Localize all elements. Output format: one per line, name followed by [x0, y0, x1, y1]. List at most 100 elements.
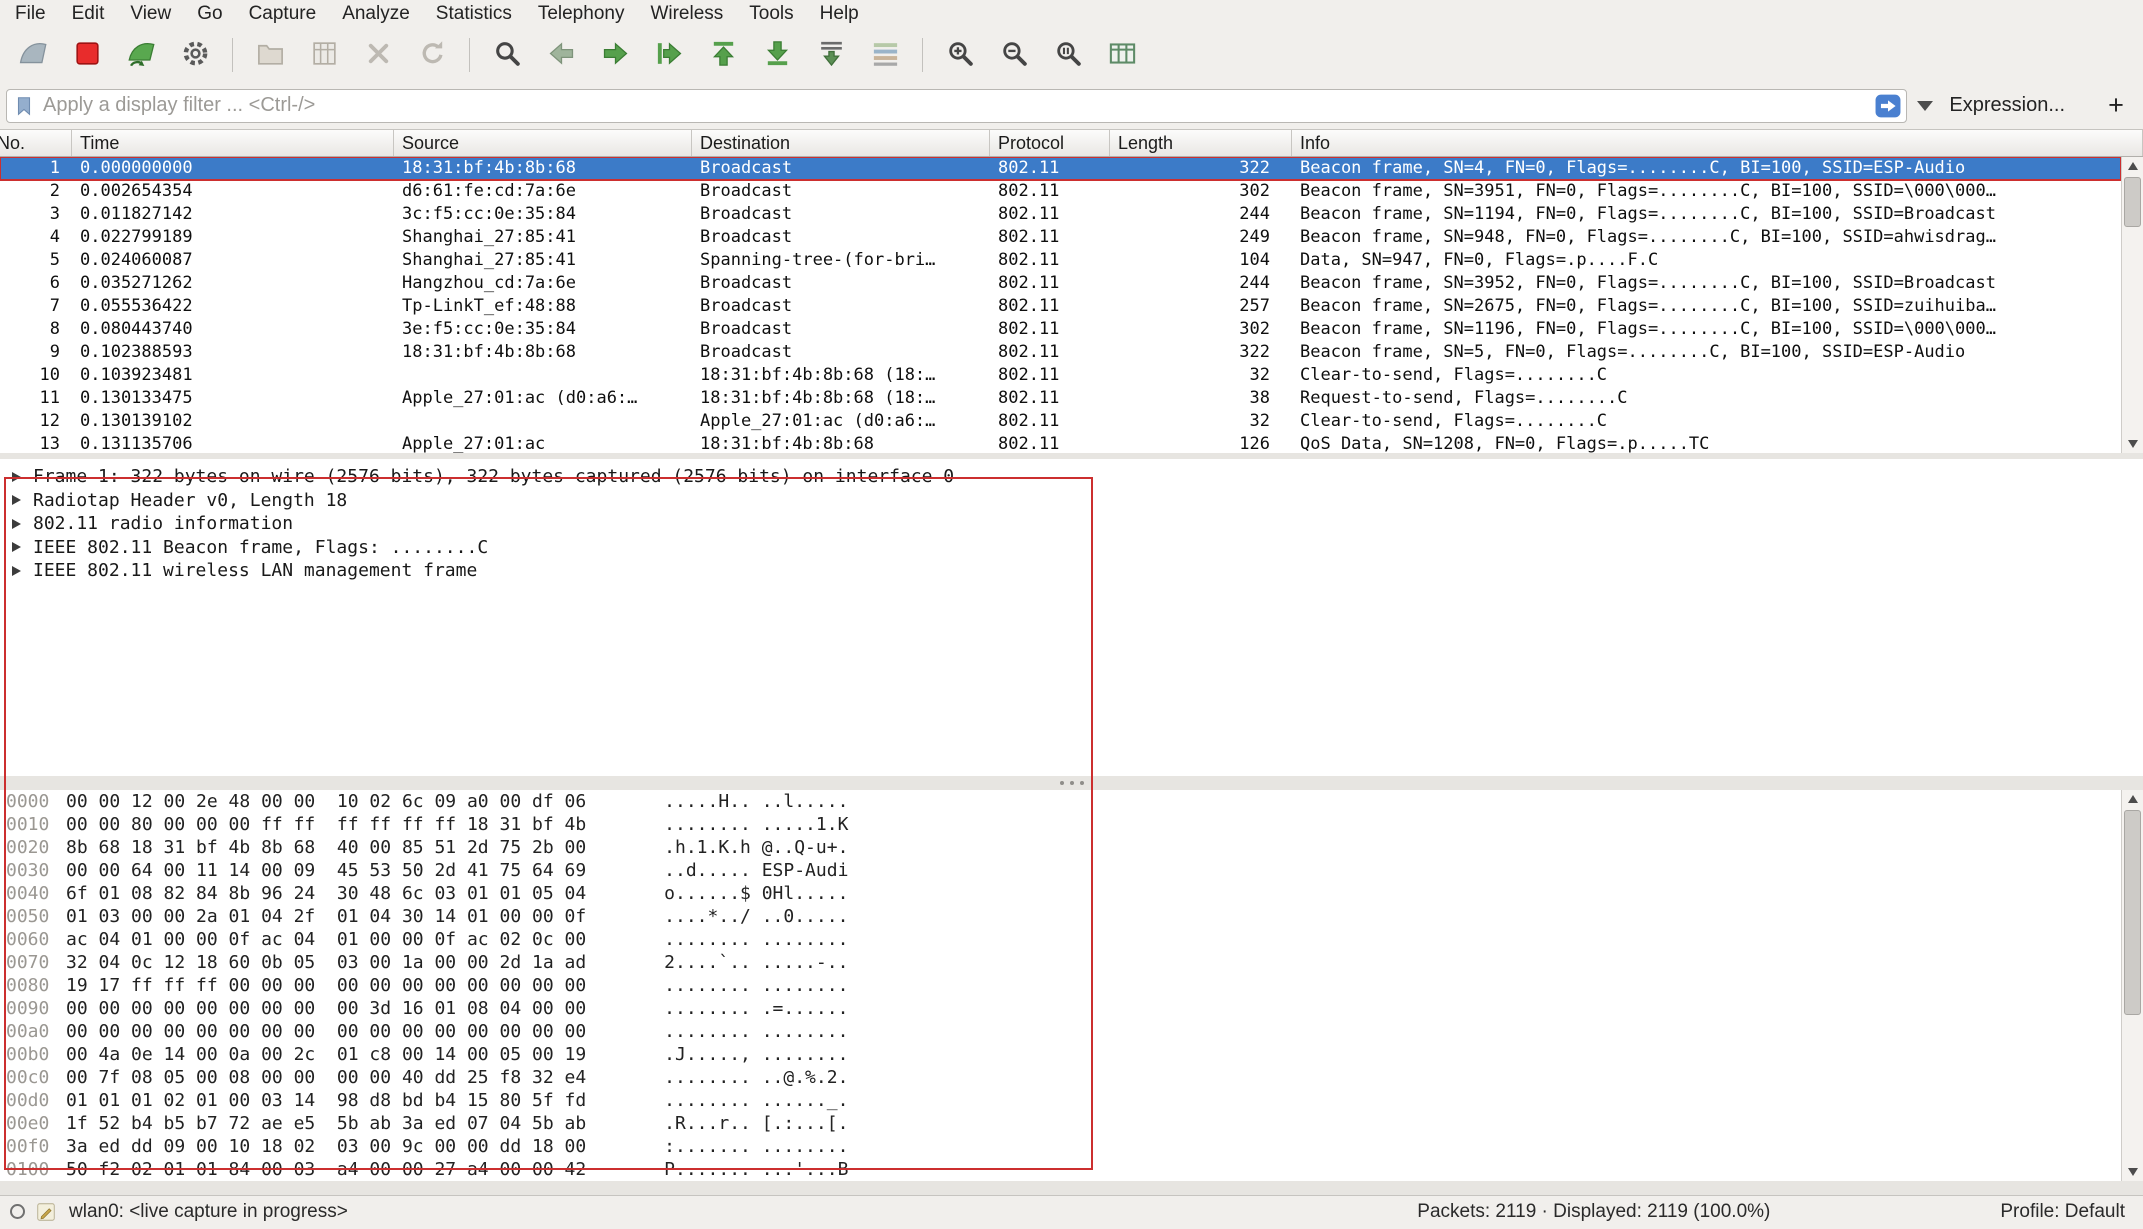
hex-row-00e0[interactable]: 00e01f 52 b4 b5 b7 72 ae e5 5b ab 3a ed … — [6, 1112, 2121, 1135]
detail-line-2[interactable]: Radiotap Header v0, Length 18 — [10, 489, 2143, 513]
packet-row-5[interactable]: 50.024060087Shanghai_27:85:41Spanning-tr… — [0, 249, 2121, 272]
detail-line-1[interactable]: Frame 1: 322 bytes on wire (2576 bits), … — [10, 465, 2143, 489]
hex-row-0040[interactable]: 00406f 01 08 82 84 8b 96 24 30 48 6c 03 … — [6, 882, 2121, 905]
column-header-source[interactable]: Source — [394, 130, 692, 156]
go-forward-button[interactable] — [593, 33, 637, 77]
scroll-down-arrow[interactable] — [2122, 435, 2143, 453]
column-header-info[interactable]: Info — [1292, 130, 2143, 156]
menu-item-view[interactable]: View — [117, 1, 184, 27]
menu-item-go[interactable]: Go — [184, 1, 235, 27]
column-header-time[interactable]: Time — [72, 130, 394, 156]
column-header-protocol[interactable]: Protocol — [990, 130, 1110, 156]
hex-row-0090[interactable]: 009000 00 00 00 00 00 00 00 00 3d 16 01 … — [6, 997, 2121, 1020]
last-packet-button[interactable] — [755, 33, 799, 77]
packet-row-3[interactable]: 30.0118271423c:f5:cc:0e:35:84Broadcast80… — [0, 203, 2121, 226]
packet-row-1[interactable]: 10.00000000018:31:bf:4b:8b:68Broadcast80… — [0, 157, 2121, 180]
resize-columns-button[interactable] — [1100, 33, 1144, 77]
menu-item-file[interactable]: File — [2, 1, 59, 27]
detail-line-5[interactable]: IEEE 802.11 wireless LAN management fram… — [10, 559, 2143, 583]
find-packet-button[interactable] — [485, 33, 529, 77]
scrollbar-track[interactable] — [2122, 175, 2143, 435]
hex-row-00c0[interactable]: 00c000 7f 08 05 00 08 00 00 00 00 40 dd … — [6, 1066, 2121, 1089]
add-filter-button[interactable]: + — [2099, 90, 2133, 121]
packet-row-7[interactable]: 70.055536422Tp-LinkT_ef:48:88Broadcast80… — [0, 295, 2121, 318]
hex-row-00b0[interactable]: 00b000 4a 0e 14 00 0a 00 2c 01 c8 00 14 … — [6, 1043, 2121, 1066]
first-packet-button[interactable] — [701, 33, 745, 77]
menu-item-analyze[interactable]: Analyze — [329, 1, 423, 27]
packet-row-9[interactable]: 90.10238859318:31:bf:4b:8b:68Broadcast80… — [0, 341, 2121, 364]
open-file-button[interactable] — [248, 33, 292, 77]
packet-list-scrollbar[interactable] — [2121, 157, 2143, 453]
hex-row-0020[interactable]: 00208b 68 18 31 bf 4b 8b 68 40 00 85 51 … — [6, 836, 2121, 859]
zoom-in-button[interactable] — [938, 33, 982, 77]
scroll-up-arrow[interactable] — [2122, 157, 2143, 175]
scrollbar-thumb[interactable] — [2124, 177, 2141, 227]
scroll-up-arrow[interactable] — [2122, 790, 2143, 808]
hex-row-0030[interactable]: 003000 00 64 00 11 14 00 09 45 53 50 2d … — [6, 859, 2121, 882]
start-capture-button[interactable] — [11, 33, 55, 77]
hex-bytes: 01 01 01 02 01 00 03 14 98 d8 bd b4 15 8… — [66, 1090, 586, 1111]
expander-triangle-icon[interactable] — [12, 519, 21, 529]
scroll-down-arrow[interactable] — [2122, 1163, 2143, 1181]
hex-row-00d0[interactable]: 00d001 01 01 02 01 00 03 14 98 d8 bd b4 … — [6, 1089, 2121, 1112]
hex-row-0050[interactable]: 005001 03 00 00 2a 01 04 2f 01 04 30 14 … — [6, 905, 2121, 928]
restart-capture-button[interactable] — [119, 33, 163, 77]
profile-label[interactable]: Profile: Default — [2000, 1201, 2125, 1223]
expert-info-icon[interactable] — [35, 1201, 57, 1223]
hex-row-0070[interactable]: 007032 04 0c 12 18 60 0b 05 03 00 1a 00 … — [6, 951, 2121, 974]
menu-item-capture[interactable]: Capture — [236, 1, 330, 27]
display-filter-input[interactable] — [35, 94, 1871, 117]
packet-row-2[interactable]: 20.002654354d6:61:fe:cd:7a:6eBroadcast80… — [0, 180, 2121, 203]
capture-options-button[interactable] — [173, 33, 217, 77]
colorize-button[interactable] — [863, 33, 907, 77]
auto-scroll-button[interactable] — [809, 33, 853, 77]
go-to-packet-button[interactable] — [647, 33, 691, 77]
expander-triangle-icon[interactable] — [12, 566, 21, 576]
menu-item-tools[interactable]: Tools — [736, 1, 806, 27]
hex-row-0100[interactable]: 010050 f2 02 01 01 84 00 03 a4 00 00 27 … — [6, 1158, 2121, 1181]
menu-item-edit[interactable]: Edit — [59, 1, 118, 27]
go-back-button[interactable] — [539, 33, 583, 77]
menu-item-help[interactable]: Help — [807, 1, 872, 27]
packet-row-12[interactable]: 120.130139102Apple_27:01:ac (d0:a6:…802.… — [0, 410, 2121, 433]
stop-capture-button[interactable] — [65, 33, 109, 77]
hex-row-0000[interactable]: 000000 00 12 00 2e 48 00 00 10 02 6c 09 … — [6, 790, 2121, 813]
expander-triangle-icon[interactable] — [12, 495, 21, 505]
menu-item-telephony[interactable]: Telephony — [525, 1, 638, 27]
menu-item-wireless[interactable]: Wireless — [637, 1, 736, 27]
column-header-length[interactable]: Length — [1110, 130, 1292, 156]
packet-row-4[interactable]: 40.022799189Shanghai_27:85:41Broadcast80… — [0, 226, 2121, 249]
packet-row-11[interactable]: 110.130133475Apple_27:01:ac (d0:a6:…18:3… — [0, 387, 2121, 410]
capture-status-icon[interactable] — [10, 1204, 25, 1219]
zoom-out-button[interactable] — [992, 33, 1036, 77]
bookmark-icon[interactable] — [13, 95, 35, 117]
filter-history-dropdown-icon[interactable] — [1917, 101, 1933, 111]
hex-scrollbar[interactable] — [2121, 790, 2143, 1181]
scrollbar-track[interactable] — [2122, 808, 2143, 1163]
hex-row-00f0[interactable]: 00f03a ed dd 09 00 10 18 02 03 00 9c 00 … — [6, 1135, 2121, 1158]
zoom-reset-button[interactable] — [1046, 33, 1090, 77]
hex-row-0010[interactable]: 001000 00 80 00 00 00 ff ff ff ff ff ff … — [6, 813, 2121, 836]
menu-item-statistics[interactable]: Statistics — [423, 1, 525, 27]
packet-row-6[interactable]: 60.035271262Hangzhou_cd:7a:6eBroadcast80… — [0, 272, 2121, 295]
reload-button[interactable] — [410, 33, 454, 77]
save-file-button[interactable] — [302, 33, 346, 77]
scrollbar-thumb[interactable] — [2124, 810, 2141, 1015]
packet-row-13[interactable]: 130.131135706Apple_27:01:ac18:31:bf:4b:8… — [0, 433, 2121, 453]
expander-triangle-icon[interactable] — [12, 542, 21, 552]
packet-row-10[interactable]: 100.10392348118:31:bf:4b:8b:68 (18:…802.… — [0, 364, 2121, 387]
expander-triangle-icon[interactable] — [12, 472, 21, 482]
hex-ascii: .J....., ........ — [664, 1044, 848, 1065]
hex-row-00a0[interactable]: 00a000 00 00 00 00 00 00 00 00 00 00 00 … — [6, 1020, 2121, 1043]
detail-line-4[interactable]: IEEE 802.11 Beacon frame, Flags: .......… — [10, 536, 2143, 560]
detail-line-3[interactable]: 802.11 radio information — [10, 512, 2143, 536]
apply-filter-button[interactable] — [1873, 93, 1903, 119]
column-header-destination[interactable]: Destination — [692, 130, 990, 156]
packet-row-8[interactable]: 80.0804437403e:f5:cc:0e:35:84Broadcast80… — [0, 318, 2121, 341]
expression-button[interactable]: Expression... — [1949, 94, 2065, 117]
hex-row-0080[interactable]: 008019 17 ff ff ff 00 00 00 00 00 00 00 … — [6, 974, 2121, 997]
pane-splitter-handle[interactable] — [0, 776, 2143, 790]
column-header-no[interactable]: No. — [0, 130, 72, 156]
close-file-button[interactable] — [356, 33, 400, 77]
hex-row-0060[interactable]: 0060ac 04 01 00 00 0f ac 04 01 00 00 0f … — [6, 928, 2121, 951]
